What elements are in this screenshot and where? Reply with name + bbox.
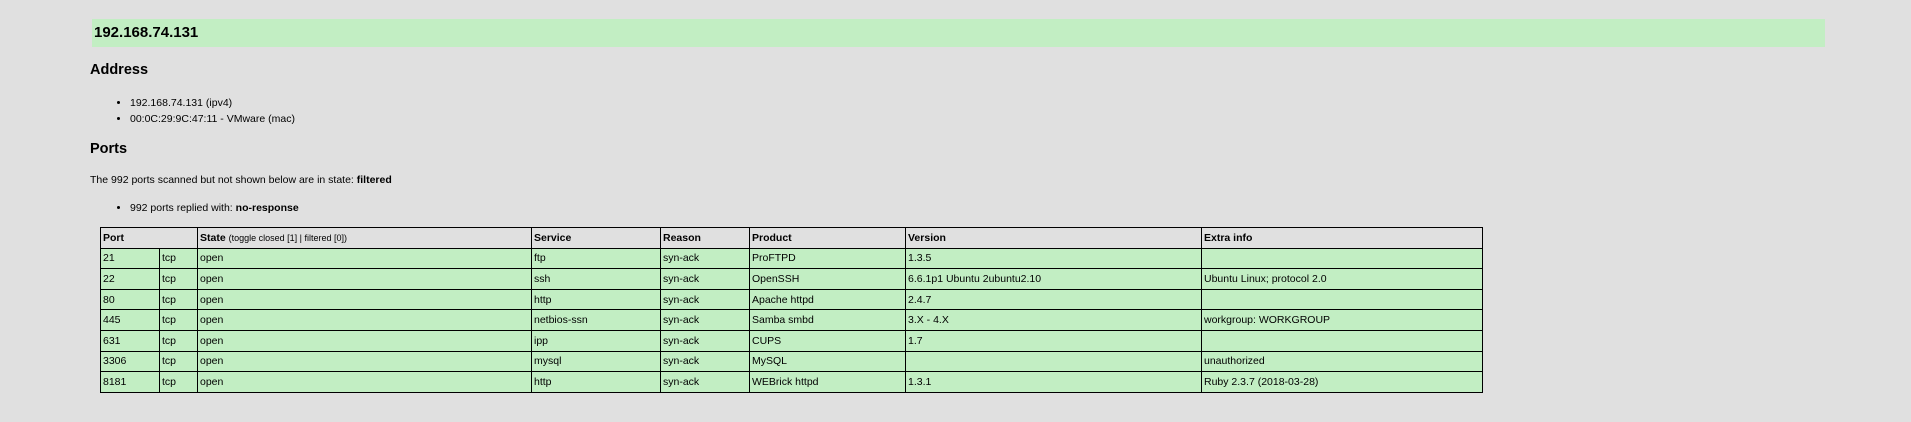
cell-state: open <box>197 329 532 352</box>
cell-state: open <box>197 288 532 311</box>
replied-reason: no-response <box>235 202 299 214</box>
toggle-closed-link[interactable]: toggle closed [1] <box>232 233 298 243</box>
cell-port: 631 <box>100 329 160 352</box>
cell-version: 1.3.1 <box>905 371 1202 393</box>
cell-product: MySQL <box>749 350 906 373</box>
host-title: 192.168.74.131 <box>92 19 1825 47</box>
cell-version <box>905 350 1202 373</box>
cell-proto: tcp <box>159 268 198 290</box>
cell-reason: syn-ack <box>660 329 750 352</box>
cell-proto: tcp <box>159 371 198 393</box>
filtered-note: The 992 ports scanned but not shown belo… <box>90 174 392 186</box>
cell-product: CUPS <box>749 329 906 352</box>
table-header-row: Port State (toggle closed [1] | filtered… <box>100 227 1483 249</box>
cell-proto: tcp <box>159 247 198 270</box>
cell-proto: tcp <box>159 309 198 331</box>
cell-port: 8181 <box>100 371 160 393</box>
cell-state: open <box>197 309 532 331</box>
cell-port: 80 <box>100 288 160 311</box>
cell-product: Samba smbd <box>749 309 906 331</box>
cell-extra <box>1201 329 1483 352</box>
cell-service: ipp <box>531 329 661 352</box>
cell-product: ProFTPD <box>749 247 906 270</box>
cell-extra: unauthorized <box>1201 350 1483 373</box>
cell-reason: syn-ack <box>660 247 750 270</box>
cell-product: Apache httpd <box>749 288 906 311</box>
cell-port: 22 <box>100 268 160 290</box>
cell-version: 1.3.5 <box>905 247 1202 270</box>
cell-reason: syn-ack <box>660 268 750 290</box>
cell-version: 6.6.1p1 Ubuntu 2ubuntu2.10 <box>905 268 1202 290</box>
cell-service: netbios-ssn <box>531 309 661 331</box>
cell-proto: tcp <box>159 350 198 373</box>
table-row: 22 tcp open ssh syn-ack OpenSSH 6.6.1p1 … <box>100 268 1483 290</box>
replied-list: 992 ports replied with: no-response <box>118 200 299 216</box>
filtered-note-text: The 992 ports scanned but not shown belo… <box>90 174 357 186</box>
cell-reason: syn-ack <box>660 288 750 311</box>
replied-text: 992 ports replied with: <box>130 202 236 214</box>
cell-port: 445 <box>100 309 160 331</box>
state-toggle: (toggle closed [1] | filtered [0]) <box>229 233 347 243</box>
cell-service: ftp <box>531 247 661 270</box>
toggle-close-paren: ) <box>344 232 348 243</box>
cell-reason: syn-ack <box>660 371 750 393</box>
cell-extra <box>1201 247 1483 270</box>
filtered-note-state: filtered <box>356 174 392 186</box>
cell-service: http <box>531 288 661 311</box>
cell-state: open <box>197 268 532 290</box>
table-row: 445 tcp open netbios-ssn syn-ack Samba s… <box>100 309 1483 331</box>
state-header-label: State <box>200 231 226 244</box>
cell-service: http <box>531 371 661 393</box>
cell-extra: Ruby 2.3.7 (2018-03-28) <box>1201 371 1483 393</box>
table-row: 21 tcp open ftp syn-ack ProFTPD 1.3.5 <box>100 247 1483 270</box>
cell-extra: Ubuntu Linux; protocol 2.0 <box>1201 268 1483 290</box>
table-row: 80 tcp open http syn-ack Apache httpd 2.… <box>100 288 1483 311</box>
table-row: 8181 tcp open http syn-ack WEBrick httpd… <box>100 371 1483 393</box>
address-heading: Address <box>90 62 149 78</box>
toggle-separator: | <box>297 232 305 243</box>
cell-extra: workgroup: WORKGROUP <box>1201 309 1483 331</box>
replied-item: 992 ports replied with: no-response <box>130 200 299 216</box>
cell-service: ssh <box>531 268 661 290</box>
cell-extra <box>1201 288 1483 311</box>
cell-version: 3.X - 4.X <box>905 309 1202 331</box>
col-service-header: Service <box>531 227 661 249</box>
cell-port: 3306 <box>100 350 160 373</box>
address-mac: 00:0C:29:9C:47:11 - VMware (mac) <box>130 111 295 127</box>
cell-reason: syn-ack <box>660 309 750 331</box>
cell-version: 2.4.7 <box>905 288 1202 311</box>
table-row: 3306 tcp open mysql syn-ack MySQL unauth… <box>100 350 1483 373</box>
col-product-header: Product <box>749 227 906 249</box>
cell-state: open <box>197 350 532 373</box>
cell-product: WEBrick httpd <box>749 371 906 393</box>
cell-state: open <box>197 247 532 270</box>
cell-proto: tcp <box>159 329 198 352</box>
ports-table: Port State (toggle closed [1] | filtered… <box>100 227 1483 393</box>
table-row: 631 tcp open ipp syn-ack CUPS 1.7 <box>100 329 1483 352</box>
col-extra-header: Extra info <box>1201 227 1483 249</box>
ports-heading: Ports <box>90 141 128 157</box>
address-list: 192.168.74.131 (ipv4) 00:0C:29:9C:47:11 … <box>118 95 295 127</box>
cell-service: mysql <box>531 350 661 373</box>
cell-version: 1.7 <box>905 329 1202 352</box>
cell-port: 21 <box>100 247 160 270</box>
toggle-filtered-link[interactable]: filtered [0] <box>305 233 345 243</box>
col-version-header: Version <box>905 227 1202 249</box>
col-state-header: State (toggle closed [1] | filtered [0]) <box>197 227 532 249</box>
col-reason-header: Reason <box>660 227 750 249</box>
cell-state: open <box>197 371 532 393</box>
col-port-header: Port <box>100 227 198 249</box>
cell-reason: syn-ack <box>660 350 750 373</box>
cell-proto: tcp <box>159 288 198 311</box>
address-ipv4: 192.168.74.131 (ipv4) <box>130 95 295 111</box>
cell-product: OpenSSH <box>749 268 906 290</box>
